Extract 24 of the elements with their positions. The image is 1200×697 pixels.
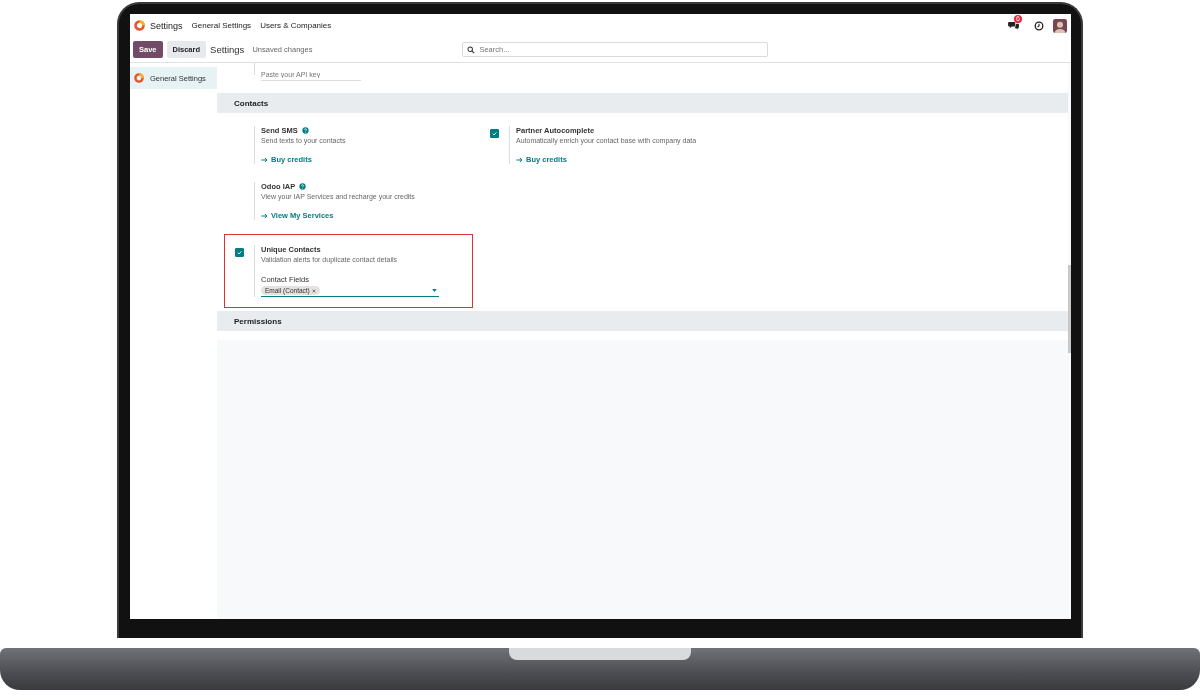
scrollbar[interactable] <box>1068 265 1071 353</box>
avatar-icon[interactable] <box>1053 18 1067 33</box>
logo-icon <box>134 73 144 83</box>
check-icon <box>491 130 498 137</box>
app-name[interactable]: Settings <box>150 20 183 31</box>
search-icon <box>467 46 476 54</box>
check-icon <box>236 249 243 256</box>
remove-icon[interactable] <box>311 288 316 293</box>
checkbox[interactable] <box>490 129 499 138</box>
section-header: Permissions <box>217 311 1068 331</box>
arrow-right-icon <box>516 156 523 163</box>
clock-icon[interactable] <box>1034 20 1044 31</box>
section-header: Contacts <box>217 93 1068 113</box>
logo-icon <box>134 20 145 31</box>
arrow-right-icon <box>261 212 268 219</box>
chat-bubbles-icon[interactable] <box>1008 21 1019 30</box>
help-icon[interactable] <box>301 127 309 134</box>
page-title: Settings <box>210 44 245 55</box>
help-icon[interactable] <box>299 183 307 190</box>
menu-item[interactable]: General Settings <box>191 21 252 30</box>
caret-icon[interactable] <box>432 289 437 292</box>
checkbox[interactable] <box>235 248 244 257</box>
arrow-right-icon <box>261 156 268 163</box>
menu-item[interactable]: Users & Companies <box>260 21 332 30</box>
